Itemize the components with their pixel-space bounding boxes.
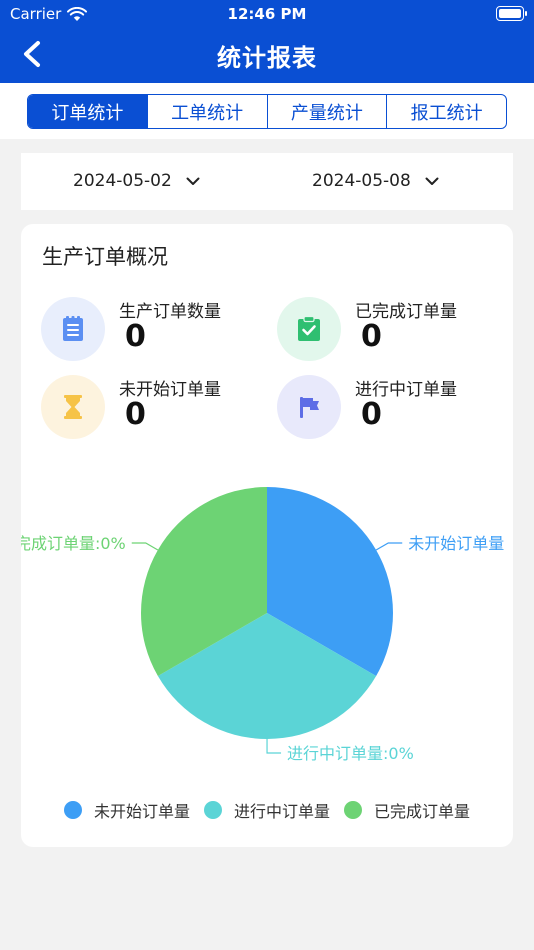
tabs: 订单统计 工单统计 产量统计 报工统计 xyxy=(27,94,507,129)
pie-label-in-progress: 进行中订单量:0% xyxy=(287,744,414,763)
battery-icon xyxy=(496,6,527,21)
start-date-picker[interactable]: 2024-05-02 xyxy=(73,171,200,191)
legend-item-completed[interactable]: 已完成订单量 xyxy=(344,798,470,822)
stat-completed-orders: 已完成订单量 0 xyxy=(277,297,507,363)
status-bar: Carrier 12:46 PM xyxy=(0,0,534,28)
pie-label-leader-line xyxy=(266,738,282,754)
pie-label-leader-line xyxy=(375,542,403,551)
chevron-down-icon xyxy=(186,177,200,185)
tab-order-stats[interactable]: 订单统计 xyxy=(28,95,148,128)
pie-label-not-started: 未开始订单量 xyxy=(408,534,504,553)
stat-icon-bg xyxy=(277,297,341,361)
status-time: 12:46 PM xyxy=(227,5,307,23)
order-overview-card: 生产订单概况 生产订单数量 0 已完成订单量 0 未开始订单量 0 进行中订单量… xyxy=(21,224,513,847)
stat-icon-bg xyxy=(41,297,105,361)
legend-label: 进行中订单量 xyxy=(233,802,330,821)
legend-dot xyxy=(203,801,222,819)
tab-output-stats[interactable]: 产量统计 xyxy=(268,95,388,128)
legend-item-in-progress[interactable]: 进行中订单量 xyxy=(203,798,330,822)
order-list-icon xyxy=(63,316,83,341)
date-range: 2024-05-02 2024-05-08 xyxy=(21,153,513,210)
stat-value: 0 xyxy=(361,397,382,432)
start-date-value: 2024-05-02 xyxy=(73,171,172,191)
order-status-pie-chart: 未开始订单量进行中订单量:0% 已完成订单量:0% xyxy=(21,487,504,763)
hourglass-icon xyxy=(64,395,82,419)
stat-total-orders: 生产订单数量 0 xyxy=(41,297,271,363)
legend-dot xyxy=(344,801,362,819)
stat-icon-bg xyxy=(277,375,341,439)
card-title: 生产订单概况 xyxy=(42,245,168,269)
page-title: 统计报表 xyxy=(217,44,317,72)
stat-in-progress-orders: 进行中订单量 0 xyxy=(277,375,507,441)
tab-report-stats[interactable]: 报工统计 xyxy=(387,95,506,128)
tab-work-order-stats[interactable]: 工单统计 xyxy=(148,95,268,128)
stat-icon-bg xyxy=(41,375,105,439)
legend-dot xyxy=(63,801,82,819)
stat-not-started-orders: 未开始订单量 0 xyxy=(41,375,271,441)
pie-label-completed: 已完成订单量:0% xyxy=(21,534,126,553)
legend-label: 已完成订单量 xyxy=(374,802,471,821)
stat-value: 0 xyxy=(125,319,146,354)
header: Carrier 12:46 PM 统计报表 xyxy=(0,0,534,83)
end-date-picker[interactable]: 2024-05-08 xyxy=(312,171,439,191)
pie-label-leader-line xyxy=(131,542,159,551)
legend-label: 未开始订单量 xyxy=(93,802,190,821)
flag-icon xyxy=(300,397,319,418)
end-date-value: 2024-05-08 xyxy=(312,171,411,191)
chevron-down-icon xyxy=(425,177,439,185)
stat-value: 0 xyxy=(125,397,146,432)
stat-value: 0 xyxy=(361,319,382,354)
chart-legend: 未开始订单量 进行中订单量 已完成订单量 xyxy=(21,798,513,822)
completed-clipboard-icon xyxy=(298,315,320,341)
legend-item-not-started[interactable]: 未开始订单量 xyxy=(63,798,190,822)
tab-bar: 订单统计 工单统计 产量统计 报工统计 xyxy=(0,83,534,139)
